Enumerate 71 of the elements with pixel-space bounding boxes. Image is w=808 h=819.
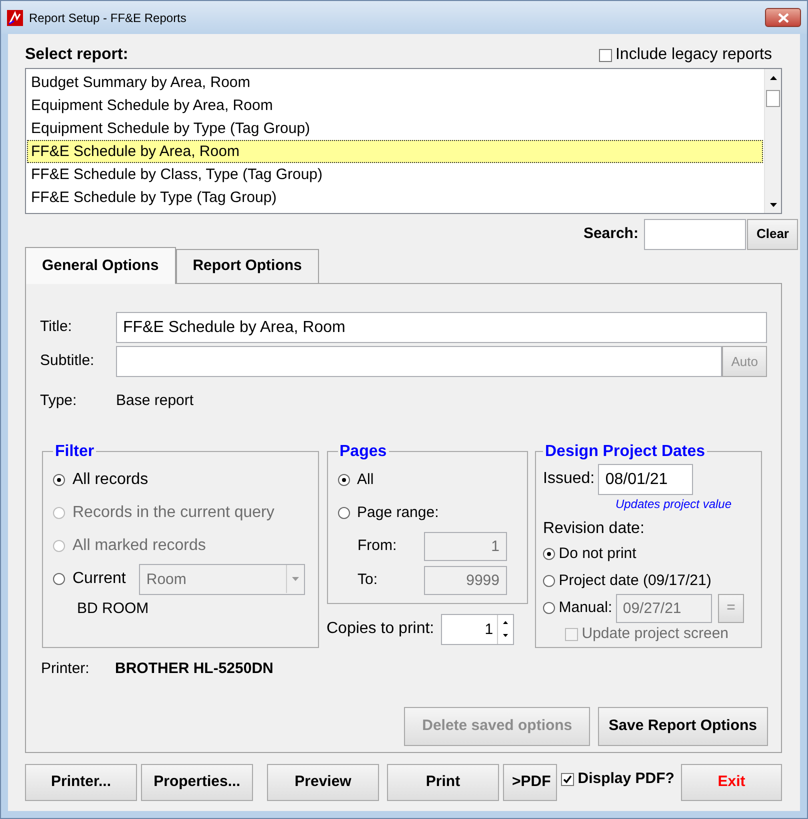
legacy-checkbox[interactable]: [598, 48, 612, 62]
close-icon: [778, 12, 788, 22]
action-button[interactable]: Save Report Options: [598, 707, 768, 746]
hint-text: Updates project value: [614, 496, 733, 512]
action-button[interactable]: Printer...: [25, 764, 137, 801]
tab[interactable]: Report Options: [176, 249, 319, 283]
field-label: Revision date:: [543, 518, 646, 538]
radio-button[interactable]: [338, 507, 350, 519]
date-field[interactable]: 08/01/21: [598, 464, 694, 494]
radio-label: Manual:: [558, 598, 612, 618]
close-button[interactable]: [765, 8, 801, 27]
field-label: Copies to print:: [326, 619, 434, 639]
tab[interactable]: General Options: [25, 247, 176, 284]
list-item[interactable]: FF&E Schedule by Type (Tag Group): [27, 186, 763, 209]
group-title: Filter: [54, 444, 96, 460]
field-label: Issued:: [543, 469, 595, 489]
number-field[interactable]: 1: [424, 532, 506, 561]
printer-name: BROTHER HL-5250DN: [115, 658, 274, 678]
title-field[interactable]: FF&E Schedule by Area, Room: [116, 312, 767, 343]
number-field[interactable]: 9999: [424, 566, 506, 595]
field-label: Printer:: [41, 658, 90, 678]
field-label: To:: [358, 570, 379, 590]
checkbox-label: Update project screen: [582, 624, 728, 644]
scrollbar-thumb[interactable]: [766, 90, 780, 107]
clear-button[interactable]: Clear: [747, 218, 798, 250]
window-title: Report Setup - FF&E Reports: [29, 10, 186, 26]
field-label: From:: [358, 536, 398, 556]
field-label: Type:: [40, 391, 78, 411]
radio-label: All: [357, 470, 374, 490]
copies-spinner[interactable]: 1: [441, 614, 514, 644]
type-value: Base report: [116, 391, 194, 411]
report-list[interactable]: [25, 68, 782, 214]
radio-button[interactable]: [53, 474, 65, 486]
checkbox-label: Display PDF?: [578, 769, 674, 789]
list-item[interactable]: Equipment Schedule by Area, Room: [27, 94, 763, 117]
arrow-down-icon[interactable]: [770, 202, 776, 206]
radio-label: Records in the current query: [72, 503, 274, 523]
action-button[interactable]: Print: [387, 764, 499, 801]
date-field[interactable]: 09/27/21: [616, 594, 712, 622]
list-item[interactable]: FF&E Schedule by Area, Room: [27, 140, 763, 163]
app-icon: [7, 10, 23, 26]
pdf-checkbox[interactable]: [561, 772, 574, 786]
action-button[interactable]: >PDF: [503, 764, 557, 801]
checkbox-label: Include legacy reports: [615, 45, 772, 65]
radio-label: Do not print: [558, 544, 636, 564]
section-label: Select report:: [25, 45, 128, 65]
list-item[interactable]: Budget Summary by Area, Room: [27, 71, 763, 94]
group-title: Pages: [338, 444, 388, 460]
arrow-up-icon[interactable]: [770, 76, 776, 80]
search-label: Search:: [583, 224, 638, 244]
radio-label: All marked records: [72, 536, 206, 556]
radio-button[interactable]: [543, 548, 555, 560]
radio-button[interactable]: [543, 575, 555, 587]
radio-button[interactable]: [543, 602, 555, 614]
subtitle-field[interactable]: [116, 346, 722, 377]
radio-label: Current: [72, 569, 126, 589]
search-field[interactable]: [644, 218, 746, 250]
list-item[interactable]: Equipment Schedule by Type (Tag Group): [27, 117, 763, 140]
action-button[interactable]: Preview: [267, 764, 379, 801]
list-item[interactable]: FF&E Schedule by Class, Type (Tag Group): [27, 163, 763, 186]
field-label: Subtitle:: [40, 351, 96, 372]
current-value: BD ROOM: [77, 598, 150, 618]
action-button[interactable]: Properties...: [141, 764, 253, 801]
radio-button[interactable]: [338, 474, 350, 486]
radio-label: Page range:: [357, 502, 439, 523]
group-title: Design Project Dates: [544, 444, 706, 460]
scrollbar[interactable]: [764, 69, 781, 213]
field-label: Title:: [40, 317, 73, 338]
radio-label: Project date (09/17/21): [558, 570, 712, 591]
radio-label: All records: [72, 470, 148, 490]
radio-button[interactable]: [53, 573, 65, 585]
